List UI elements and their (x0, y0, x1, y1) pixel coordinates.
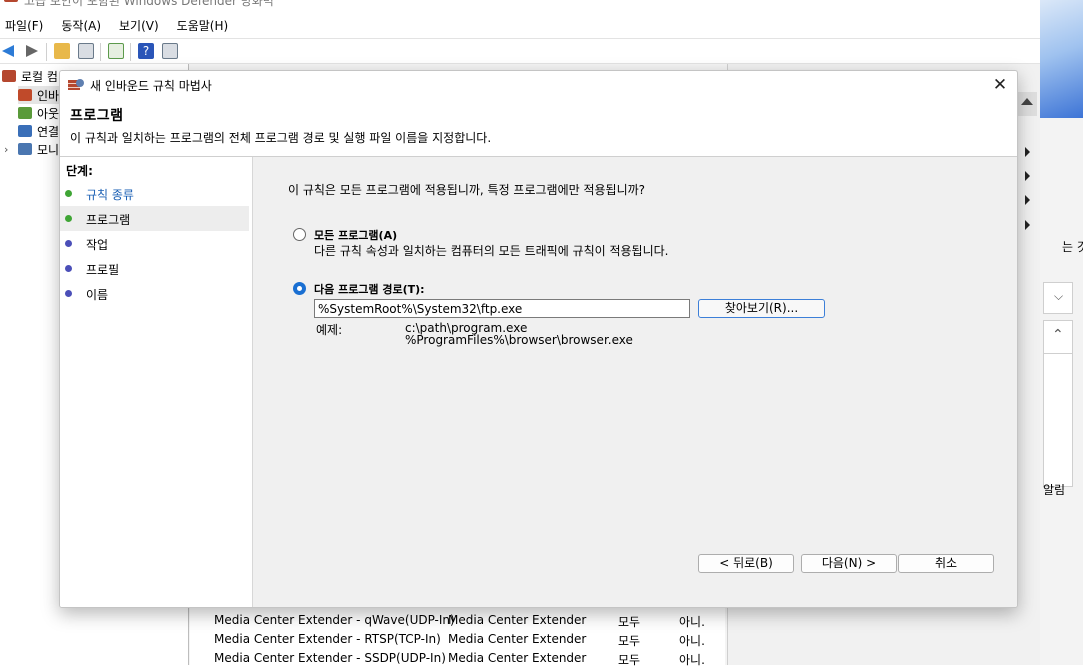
connection-security-icon (18, 125, 32, 137)
step-profile: 프로필 (60, 256, 249, 281)
menu-view[interactable]: 보기(V) (119, 17, 159, 34)
page-subtitle: 이 규칙과 일치하는 프로그램의 전체 프로그램 경로 및 실행 파일 이름을 … (70, 131, 492, 145)
tree-item-monitoring[interactable]: › 모니 (4, 140, 59, 158)
desktop-wallpaper (1040, 0, 1083, 118)
step-action: 작업 (60, 231, 249, 256)
program-path-radio[interactable] (293, 282, 306, 295)
forward-arrow-icon[interactable] (26, 45, 38, 57)
back-button[interactable]: < 뒤로(B) (698, 554, 794, 573)
show-hide-tree-icon[interactable] (78, 43, 94, 59)
rules-table: Media Center Extender - qWave(UDP-In) Me… (190, 598, 725, 667)
submenu-arrow-icon[interactable] (1025, 220, 1030, 230)
actions-collapse-button[interactable] (1017, 92, 1037, 116)
submenu-arrow-icon[interactable] (1025, 195, 1030, 205)
close-icon[interactable]: ✕ (1013, 0, 1025, 4)
maximize-icon[interactable]: ☐ (965, 0, 978, 4)
submenu-arrow-icon[interactable] (1025, 147, 1030, 157)
new-inbound-rule-wizard: 새 인바운드 규칙 마법사 ✕ 프로그램 이 규칙과 일치하는 프로그램의 전체… (59, 70, 1018, 608)
submenu-arrow-icon[interactable] (1025, 171, 1030, 181)
menu-file[interactable]: 파일(F) (5, 17, 43, 34)
dialog-titlebar: 새 인바운드 규칙 마법사 ✕ (60, 71, 1017, 99)
chevron-down-icon: ⌵ (1054, 289, 1064, 303)
inbound-rules-icon (18, 89, 32, 101)
navigation-tree: 로컬 컴 인바 아웃 연결 › 모니 (0, 64, 64, 164)
export-icon[interactable] (108, 43, 124, 59)
tree-item-connection[interactable]: 연결 (18, 122, 59, 140)
steps-panel: 단계: 규칙 종류 프로그램 작업 프로필 이름 (60, 157, 253, 607)
outbound-rules-icon (18, 107, 32, 119)
back-arrow-icon[interactable] (2, 45, 14, 57)
step-name: 이름 (60, 281, 249, 306)
tree-item-inbound[interactable]: 인바 (18, 86, 64, 104)
tree-item-outbound[interactable]: 아웃 (18, 104, 59, 122)
action-pane-icon[interactable] (162, 43, 178, 59)
example-label: 예제: (316, 323, 343, 337)
menu-bar: 파일(F) 동작(A) 보기(V) 도움말(H) (0, 14, 1040, 36)
all-programs-radio[interactable] (293, 228, 306, 241)
program-path-label[interactable]: 다음 프로그램 경로(T): (314, 281, 425, 297)
tree-root[interactable]: 로컬 컴 (2, 67, 58, 85)
partial-text: 는 것 (1062, 240, 1083, 254)
close-icon[interactable]: ✕ (988, 75, 1012, 95)
steps-title: 단계: (66, 164, 93, 178)
step-rule-type[interactable]: 규칙 종류 (60, 181, 249, 206)
step-pending-icon (65, 265, 72, 272)
browse-button[interactable]: 찾아보기(R)... (698, 299, 825, 318)
panel-header[interactable]: ⌃ (1044, 321, 1072, 354)
console-titlebar: 고급 보안이 포함된 Windows Defender 방화벽 ☐ ✕ (0, 0, 1040, 12)
step-complete-icon (65, 190, 72, 197)
console-title: 고급 보안이 포함된 Windows Defender 방화벽 (24, 0, 274, 8)
up-folder-icon[interactable] (54, 43, 70, 59)
toolbar: ? (0, 38, 1040, 64)
example-path-2: %ProgramFiles%\browser\browser.exe (405, 333, 633, 347)
dialog-title: 새 인바운드 규칙 마법사 (90, 79, 212, 93)
firewall-icon (4, 0, 18, 2)
monitoring-icon (18, 143, 32, 155)
step-pending-icon (65, 240, 72, 247)
step-pending-icon (65, 290, 72, 297)
all-programs-description: 다른 규칙 속성과 일치하는 컴퓨터의 모든 트래픽에 규칙이 적용됩니다. (314, 244, 669, 258)
toolbar-separator (46, 43, 47, 61)
chevron-up-icon (1021, 98, 1033, 105)
cancel-button[interactable]: 취소 (898, 554, 994, 573)
question-text: 이 규칙은 모든 프로그램에 적용됩니까, 특정 프로그램에만 적용됩니까? (288, 183, 646, 197)
collapsible-panel: ⌃ (1043, 320, 1073, 487)
toolbar-separator (100, 43, 101, 61)
toolbar-separator (130, 43, 131, 61)
all-programs-label[interactable]: 모든 프로그램(A) (314, 227, 397, 243)
next-button[interactable]: 다음(N) > (801, 554, 897, 573)
firewall-icon (2, 70, 16, 82)
step-current-icon (65, 215, 72, 222)
chevron-right-icon[interactable]: › (4, 143, 14, 156)
firewall-icon (68, 78, 84, 92)
page-title: 프로그램 (70, 108, 124, 124)
menu-help[interactable]: 도움말(H) (177, 17, 229, 34)
wizard-content: 이 규칙은 모든 프로그램에 적용됩니까, 특정 프로그램에만 적용됩니까? 모… (253, 157, 1017, 607)
dropdown[interactable]: ⌵ (1043, 282, 1073, 314)
chevron-up-icon: ⌃ (1052, 327, 1064, 343)
menu-action[interactable]: 동작(A) (61, 17, 101, 34)
help-icon[interactable]: ? (138, 43, 154, 59)
step-program[interactable]: 프로그램 (60, 206, 249, 231)
partial-text: 알림 (1043, 483, 1066, 497)
program-path-input[interactable]: %SystemRoot%\System32\ftp.exe (314, 299, 690, 318)
